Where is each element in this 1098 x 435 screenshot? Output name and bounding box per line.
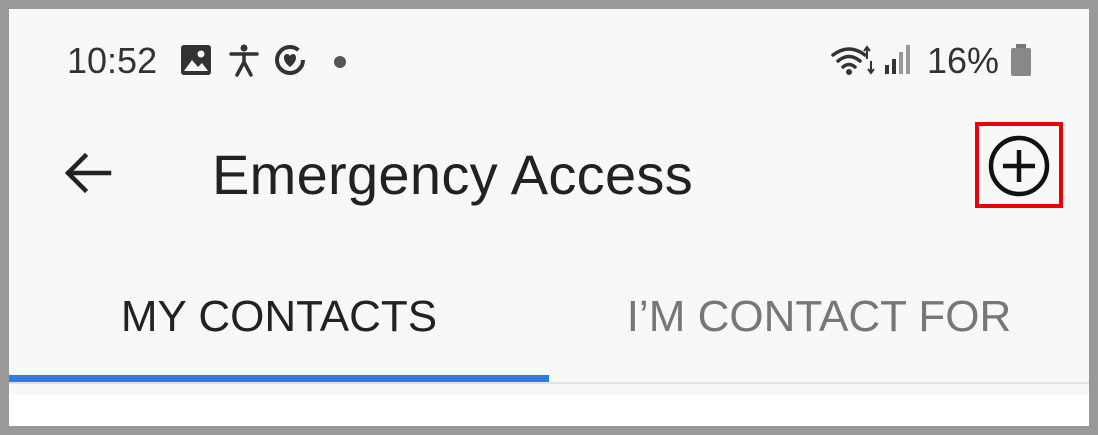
cellular-signal-icon (885, 45, 910, 74)
tab-im-contact-for[interactable]: I’M CONTACT FOR (549, 239, 1089, 382)
status-bar: 10:52 16% (9, 9, 1089, 109)
accessibility-icon (229, 44, 259, 77)
wifi-icon (831, 45, 875, 75)
heart-circle-icon (275, 45, 305, 75)
content-area (9, 394, 1089, 426)
app-screen: 10:52 16% Emergency Access MY CONTACTS I… (9, 9, 1089, 426)
tab-bar: MY CONTACTS I’M CONTACT FOR (9, 239, 1089, 382)
arrow-left-icon (64, 152, 112, 194)
tab-my-contacts[interactable]: MY CONTACTS (9, 239, 549, 382)
notification-dot (334, 56, 346, 68)
battery-icon (1011, 44, 1031, 76)
battery-percentage: 16% (927, 40, 1000, 81)
active-tab-indicator (9, 375, 549, 382)
back-button[interactable] (59, 143, 119, 203)
plus-circle-icon (988, 135, 1050, 197)
image-icon (181, 45, 211, 75)
add-contact-button[interactable] (975, 122, 1063, 208)
page-title: Emergency Access (212, 143, 693, 206)
divider (9, 382, 1089, 384)
status-time: 10:52 (67, 40, 158, 81)
app-toolbar: Emergency Access (9, 109, 1089, 239)
